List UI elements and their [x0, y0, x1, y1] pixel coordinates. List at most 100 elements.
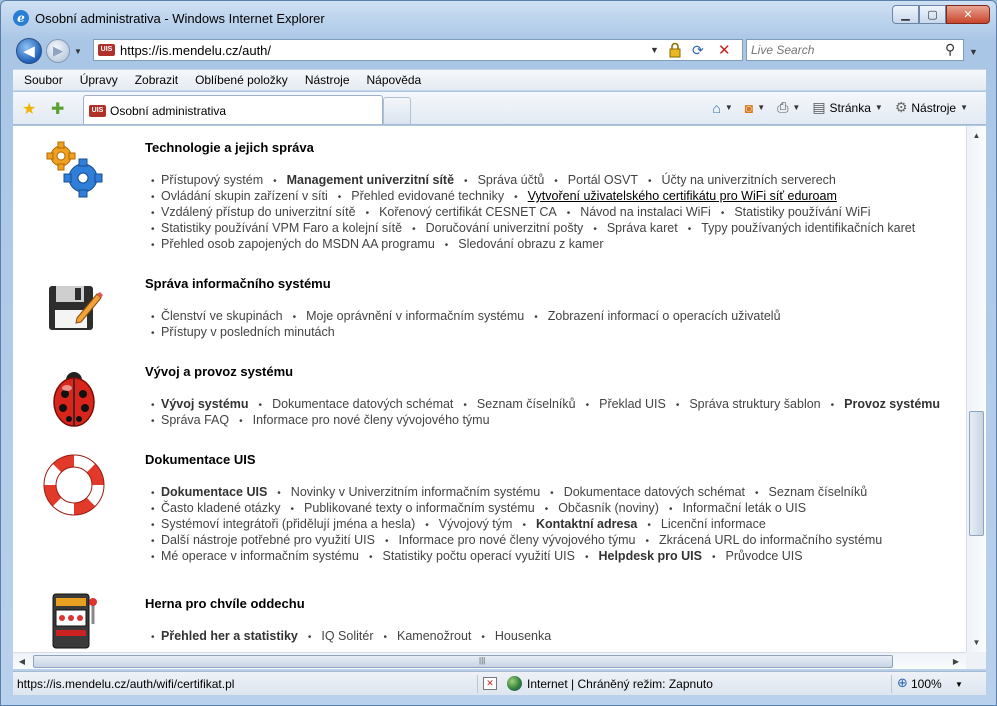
lock-icon[interactable]	[668, 42, 682, 58]
forward-button[interactable]: ▶	[46, 39, 70, 63]
menu-link[interactable]: Přehled evidované techniky	[351, 189, 504, 203]
close-button[interactable]: ✕	[946, 5, 990, 24]
menu-link[interactable]: Statistiky používání WiFi	[734, 205, 870, 219]
search-input[interactable]	[751, 43, 931, 57]
menu-link[interactable]: Management univerzitní sítě	[287, 173, 454, 187]
menu-link[interactable]: Přístupy v posledních minutách	[161, 325, 335, 339]
scroll-right-arrow-icon[interactable]: ▶	[947, 653, 965, 670]
back-button[interactable]: ◀	[16, 38, 42, 64]
page-dropdown-icon[interactable]: ▼	[875, 103, 883, 112]
menu-link[interactable]: IQ Solitér	[321, 629, 373, 643]
menu-link[interactable]: Překlad UIS	[599, 397, 666, 411]
menu-link[interactable]: Novinky v Univerzitním informačním systé…	[291, 485, 540, 499]
zoom-level[interactable]: 100%	[911, 677, 942, 691]
menu-help[interactable]: Nápověda	[356, 73, 428, 87]
security-zone-text[interactable]: Internet | Chráněný režim: Zapnuto	[527, 677, 713, 691]
vertical-scrollbar[interactable]: ▲ ▼	[966, 126, 986, 652]
menu-link[interactable]: Přehled her a statistiky	[161, 629, 298, 643]
menu-link[interactable]: Doručování univerzitní pošty	[426, 221, 584, 235]
home-dropdown-icon[interactable]: ▼	[725, 103, 733, 112]
menu-link[interactable]: Správa struktury šablon	[689, 397, 820, 411]
menu-link[interactable]: Vývojový tým	[439, 517, 513, 531]
new-tab-button[interactable]	[383, 97, 411, 124]
menu-link[interactable]: Informace pro nové členy vývojového týmu	[399, 533, 636, 547]
zoom-magnifier-icon[interactable]: ⊕	[897, 675, 908, 691]
menu-link[interactable]: Seznam číselníků	[477, 397, 576, 411]
feeds-icon[interactable]: ◙	[745, 100, 753, 116]
menu-link[interactable]: Seznam číselníků	[769, 485, 868, 499]
tools-dropdown-icon[interactable]: ▼	[960, 103, 968, 112]
scroll-up-arrow-icon[interactable]: ▲	[967, 126, 986, 144]
menu-link[interactable]: Vytvoření uživatelského certifikátu pro …	[528, 189, 837, 203]
popup-blocked-icon[interactable]: ✕	[483, 677, 497, 690]
menu-link[interactable]: Občasník (noviny)	[558, 501, 659, 515]
menu-link[interactable]: Vývoj systému	[161, 397, 249, 411]
address-dropdown-icon[interactable]: ▼	[650, 45, 659, 55]
search-box[interactable]: ⚲	[746, 39, 964, 61]
menu-link[interactable]: Statistiky používání VPM Faro a kolejní …	[161, 221, 402, 235]
add-favorite-icon[interactable]: ✚	[51, 99, 64, 119]
menu-link[interactable]: Statistiky počtu operací využití UIS	[383, 549, 575, 563]
menu-link[interactable]: Správa účtů	[478, 173, 545, 187]
search-options-dropdown-icon[interactable]: ▼	[969, 47, 978, 57]
menu-link[interactable]: Dokumentace datových schémat	[272, 397, 453, 411]
menu-link[interactable]: Kořenový certifikát CESNET CA	[379, 205, 557, 219]
menu-link[interactable]: Dokumentace UIS	[161, 485, 267, 499]
menu-link[interactable]: Další nástroje potřebné pro využití UIS	[161, 533, 375, 547]
maximize-button[interactable]: ▢	[919, 5, 946, 24]
vertical-scroll-thumb[interactable]	[969, 411, 984, 536]
menu-link[interactable]: Typy používaných identifikačních karet	[701, 221, 915, 235]
menu-link[interactable]: Přehled osob zapojených do MSDN AA progr…	[161, 237, 435, 251]
menu-link[interactable]: Informační leták o UIS	[682, 501, 806, 515]
scroll-down-arrow-icon[interactable]: ▼	[967, 633, 986, 651]
menu-link[interactable]: Ovládání skupin zařízení v síti	[161, 189, 328, 203]
favorites-star-icon[interactable]: ★	[22, 99, 36, 119]
print-dropdown-icon[interactable]: ▼	[792, 103, 800, 112]
search-icon[interactable]: ⚲	[945, 41, 955, 58]
scroll-left-arrow-icon[interactable]: ◀	[13, 653, 31, 670]
menu-link[interactable]: Správa FAQ	[161, 413, 229, 427]
menu-link[interactable]: Provoz systému	[844, 397, 940, 411]
recent-pages-dropdown-icon[interactable]: ▼	[74, 47, 82, 56]
menu-link[interactable]: Vzdálený přístup do univerzitní sítě	[161, 205, 356, 219]
tab-osobni-administrativa[interactable]: UIS Osobní administrativa	[83, 95, 383, 124]
menu-link[interactable]: Kontaktní adresa	[536, 517, 637, 531]
menu-link[interactable]: Často kladené otázky	[161, 501, 281, 515]
menu-link[interactable]: Zobrazení informací o operacích uživatel…	[548, 309, 781, 323]
menu-link[interactable]: Přístupový systém	[161, 173, 263, 187]
menu-link[interactable]: Návod na instalaci WiFi	[580, 205, 711, 219]
menu-link[interactable]: Správa karet	[607, 221, 678, 235]
menu-link[interactable]: Moje oprávnění v informačním systému	[306, 309, 524, 323]
menu-edit[interactable]: Úpravy	[69, 73, 124, 87]
menu-tools[interactable]: Nástroje	[294, 73, 356, 87]
home-icon[interactable]: ⌂	[712, 100, 720, 116]
menu-link[interactable]: Účty na univerzitních serverech	[661, 173, 835, 187]
menu-link[interactable]: Systémoví integrátoři (přidělují jména a…	[161, 517, 415, 531]
stop-icon[interactable]: ✕	[718, 41, 731, 59]
menu-link[interactable]: Licenční informace	[661, 517, 766, 531]
horizontal-scroll-thumb[interactable]: |||	[33, 655, 893, 668]
menu-link[interactable]: Zkrácená URL do informačního systému	[659, 533, 882, 547]
feeds-dropdown-icon[interactable]: ▼	[757, 103, 765, 112]
address-bar[interactable]: UIS https://is.mendelu.cz/auth/ ▼ ⟳ ✕	[93, 39, 743, 61]
menu-link[interactable]: Publikované texty o informačním systému	[304, 501, 535, 515]
menu-favorites[interactable]: Oblíbené položky	[184, 73, 294, 87]
menu-link[interactable]: Průvodce UIS	[726, 549, 803, 563]
menu-link[interactable]: Helpdesk pro UIS	[598, 549, 702, 563]
zoom-dropdown-icon[interactable]: ▼	[955, 680, 963, 689]
menu-link[interactable]: Mé operace v informačním systému	[161, 549, 359, 563]
menu-link[interactable]: Kamenožrout	[397, 629, 471, 643]
menu-link[interactable]: Dokumentace datových schémat	[564, 485, 745, 499]
menu-view[interactable]: Zobrazit	[124, 73, 184, 87]
horizontal-scrollbar[interactable]: ◀ ||| ▶	[13, 652, 966, 669]
menu-link[interactable]: Sledování obrazu z kamer	[458, 237, 603, 251]
menu-link[interactable]: Členství ve skupinách	[161, 309, 283, 323]
page-menu-button[interactable]: Stránka	[830, 101, 871, 115]
tools-menu-button[interactable]: Nástroje	[911, 101, 956, 115]
menu-link[interactable]: Informace pro nové členy vývojového týmu	[253, 413, 490, 427]
minimize-button[interactable]: ▁	[892, 5, 919, 24]
menu-file[interactable]: Soubor	[13, 73, 69, 87]
refresh-icon[interactable]: ⟳	[692, 42, 704, 59]
menu-link[interactable]: Housenka	[495, 629, 551, 643]
menu-link[interactable]: Portál OSVT	[568, 173, 638, 187]
